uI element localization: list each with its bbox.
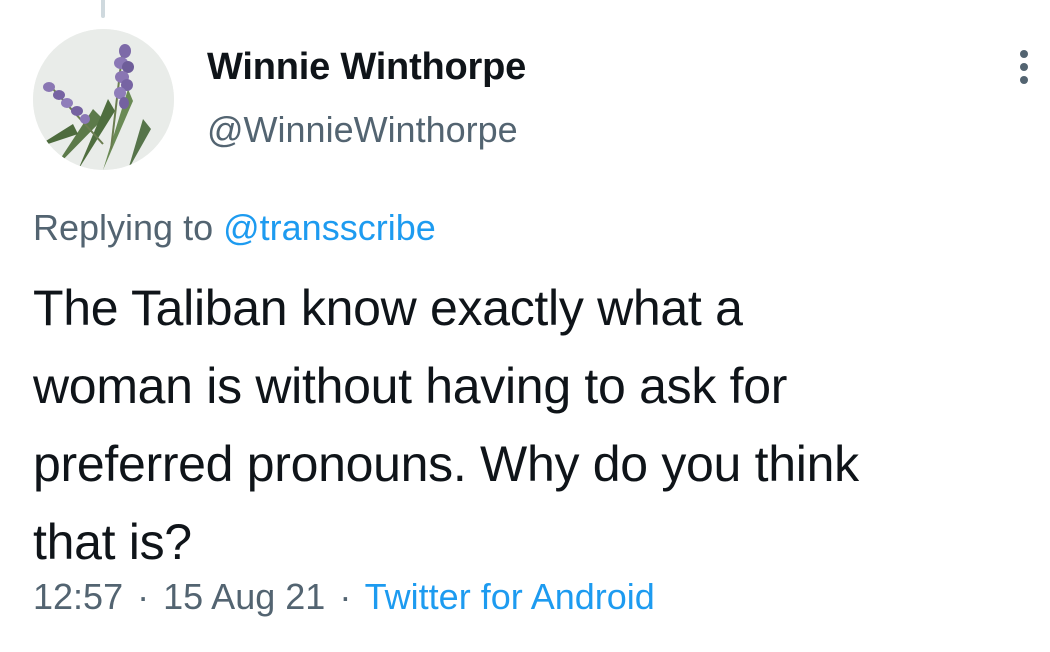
tweet-meta: 12:57 · 15 Aug 21 · Twitter for Android	[33, 574, 655, 620]
tweet-text-line: that is?	[33, 514, 192, 570]
tweet-text-line: preferred pronouns. Why do you think	[33, 436, 859, 492]
tweet-text-line: woman is without having to ask for	[33, 358, 788, 414]
thread-connector-line	[101, 0, 105, 18]
mention-link[interactable]: @transscribe	[223, 207, 436, 248]
author-handle[interactable]: @WinnieWinthorpe	[207, 107, 518, 153]
meta-separator: ·	[137, 576, 150, 617]
avatar[interactable]	[33, 29, 174, 170]
replying-to-line: Replying to @transscribe	[33, 205, 436, 251]
tweet-date[interactable]: 15 Aug 21	[163, 576, 325, 617]
more-vertical-icon[interactable]	[1006, 44, 1042, 90]
tweet-source-link[interactable]: Twitter for Android	[365, 576, 655, 617]
author-display-name[interactable]: Winnie Winthorpe	[207, 44, 526, 90]
replying-to-label: Replying to	[33, 207, 214, 248]
lavender-flower-icon	[33, 29, 174, 170]
tweet-time[interactable]: 12:57	[33, 576, 123, 617]
tweet-text-line: The Taliban know exactly what a	[33, 280, 743, 336]
tweet-text: The Taliban know exactly what a woman is…	[33, 269, 1043, 581]
meta-separator: ·	[339, 576, 352, 617]
